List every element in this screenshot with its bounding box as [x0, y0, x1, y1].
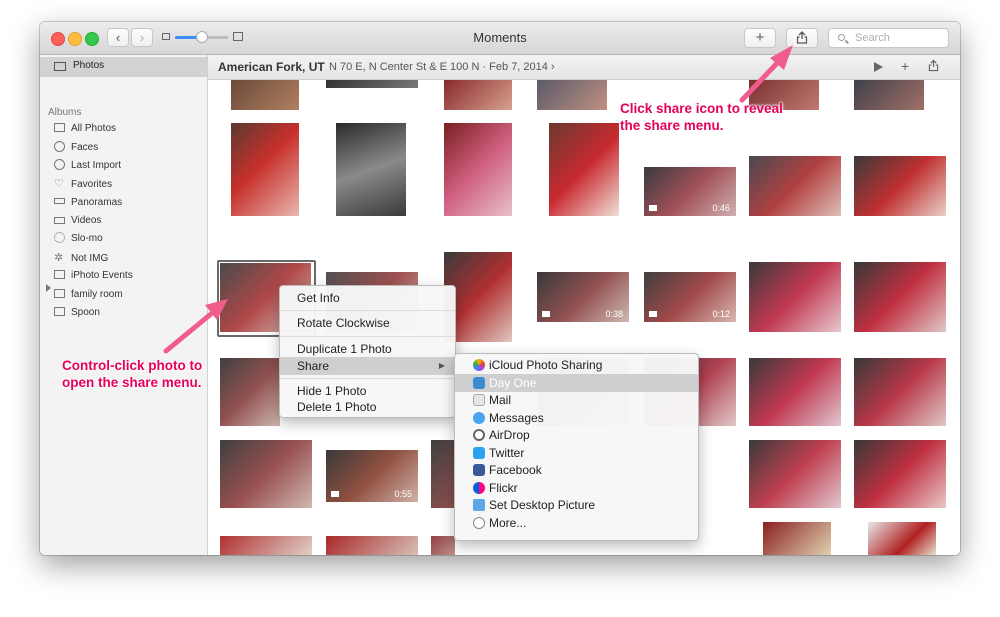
annotation-line: the share menu.	[620, 118, 724, 133]
arrow-to-photo	[163, 299, 228, 354]
annotation-share-icon: Click share icon to reveal the share men…	[620, 100, 783, 134]
arrow-to-share-icon	[739, 45, 793, 103]
annotation-arrows	[163, 45, 793, 354]
annotation-line: Click share icon to reveal	[620, 101, 783, 116]
annotation-line: open the share menu.	[62, 375, 202, 390]
annotation-line: Control-click photo to	[62, 358, 203, 373]
annotation-control-click: Control-click photo to open the share me…	[62, 357, 202, 391]
